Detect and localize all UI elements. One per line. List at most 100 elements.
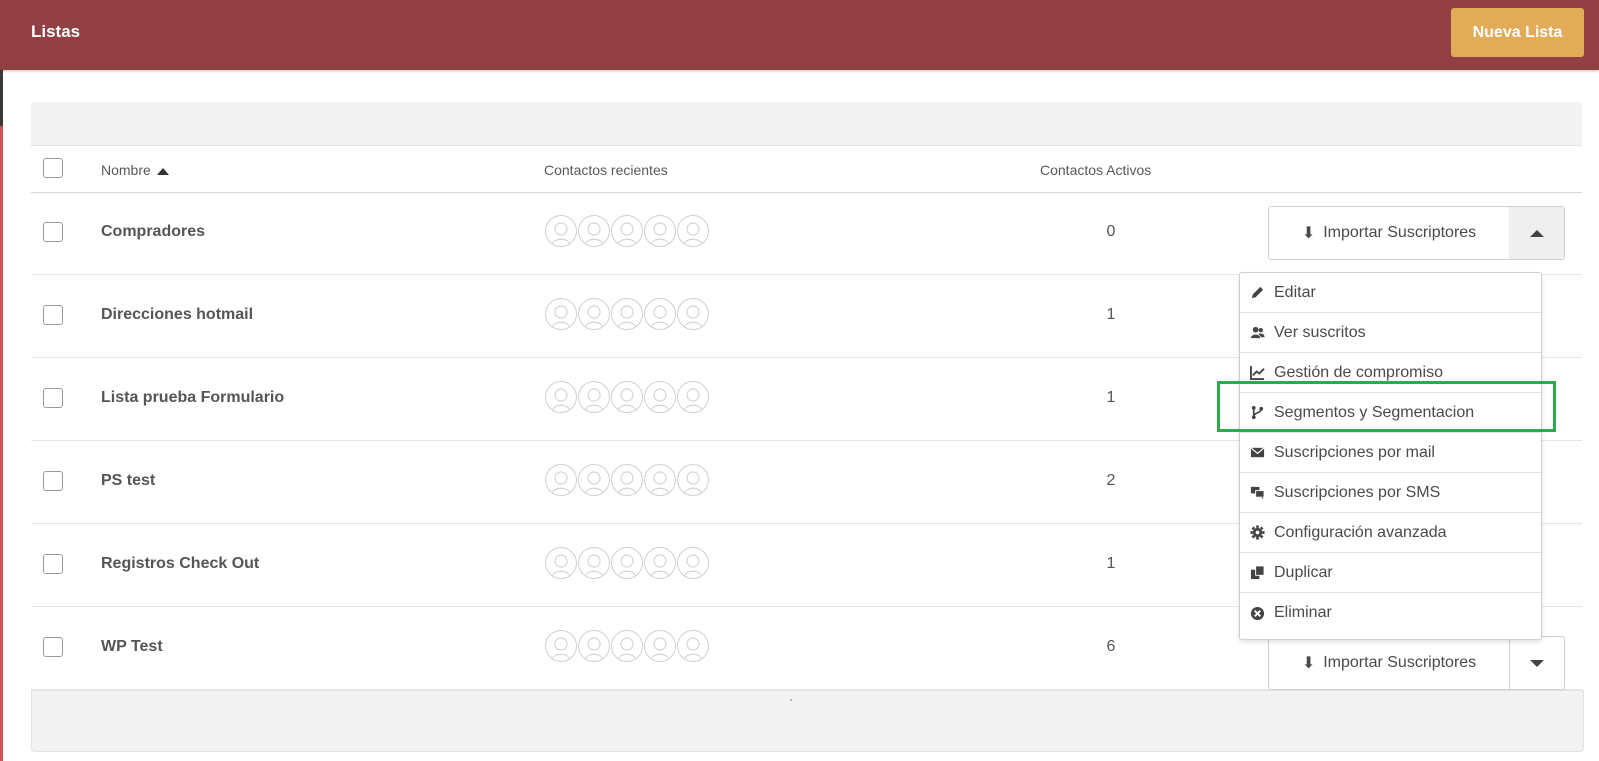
- menu-item-sms-subscriptions[interactable]: Suscripciones por SMS: [1240, 473, 1541, 513]
- avatar-placeholder: [611, 630, 643, 662]
- menu-item-label: Editar: [1274, 283, 1316, 301]
- import-label: Importar Suscriptores: [1323, 654, 1477, 671]
- column-header-active: Contactos Activos: [1040, 162, 1152, 178]
- footer-dot: [790, 699, 792, 701]
- recent-contacts-avatars: [545, 547, 709, 581]
- menu-item-duplicate[interactable]: Duplicar: [1240, 553, 1541, 593]
- avatar-placeholder: [545, 381, 577, 413]
- avatar-placeholder: [545, 215, 577, 247]
- recent-contacts-avatars: [545, 381, 709, 415]
- row-checkbox[interactable]: [43, 222, 63, 242]
- recent-contacts-avatars: [545, 215, 709, 249]
- menu-item-engagement[interactable]: Gestión de compromiso: [1240, 353, 1541, 393]
- import-label: Importar Suscriptores: [1323, 224, 1477, 241]
- list-name[interactable]: PS test: [101, 472, 155, 490]
- list-name[interactable]: Direcciones hotmail: [101, 306, 253, 324]
- active-contacts-count: 6: [1106, 638, 1116, 655]
- row-checkbox[interactable]: [43, 554, 63, 574]
- list-name[interactable]: Compradores: [101, 223, 205, 241]
- active-contacts-count: 0: [1106, 223, 1116, 240]
- import-split-button: ⬇ Importar Suscriptores: [1268, 636, 1565, 690]
- actions-dropdown-menu: Editar Ver suscritos Gestión de compromi…: [1239, 272, 1542, 640]
- new-list-button[interactable]: Nueva Lista: [1451, 8, 1584, 57]
- avatar-placeholder: [644, 630, 676, 662]
- close-circle-icon: [1250, 606, 1265, 620]
- row-checkbox[interactable]: [43, 637, 63, 657]
- menu-item-label: Configuración avanzada: [1274, 523, 1447, 541]
- avatar-placeholder: [545, 298, 577, 330]
- row-checkbox[interactable]: [43, 471, 63, 491]
- import-subscribers-button[interactable]: ⬇ Importar Suscriptores: [1269, 207, 1510, 259]
- active-contacts-count: 2: [1106, 472, 1116, 489]
- left-accent-strip: [0, 126, 3, 761]
- table-header: Nombre Contactos recientes Contactos Act…: [31, 145, 1582, 193]
- avatar-placeholder: [578, 547, 610, 579]
- menu-item-advanced-settings[interactable]: Configuración avanzada: [1240, 513, 1541, 553]
- page-title: Listas: [31, 22, 81, 41]
- download-icon: ⬇: [1301, 225, 1316, 242]
- menu-item-mail-subscriptions[interactable]: Suscripciones por mail: [1240, 433, 1541, 473]
- avatar-placeholder: [611, 215, 643, 247]
- actions-dropdown-toggle[interactable]: [1509, 207, 1564, 259]
- column-header-name-label: Nombre: [101, 162, 151, 178]
- list-name[interactable]: WP Test: [101, 638, 163, 656]
- row-checkbox[interactable]: [43, 388, 63, 408]
- avatar-placeholder: [545, 547, 577, 579]
- list-name[interactable]: Registros Check Out: [101, 555, 259, 573]
- avatar-placeholder: [578, 464, 610, 496]
- avatar-placeholder: [644, 215, 676, 247]
- avatar-placeholder: [677, 464, 709, 496]
- copy-icon: [1250, 565, 1265, 580]
- table-footer: [31, 690, 1584, 752]
- branch-icon: [1251, 405, 1264, 420]
- avatar-placeholder: [644, 464, 676, 496]
- menu-item-label: Suscripciones por mail: [1274, 443, 1435, 461]
- users-icon: [1250, 326, 1265, 339]
- menu-item-segments[interactable]: Segmentos y Segmentacion: [1240, 393, 1541, 433]
- active-contacts-count: 1: [1106, 555, 1116, 572]
- download-icon: ⬇: [1301, 655, 1316, 672]
- row-checkbox[interactable]: [43, 305, 63, 325]
- avatar-placeholder: [611, 298, 643, 330]
- actions-dropdown-toggle[interactable]: [1509, 637, 1564, 689]
- left-edge-strip: [0, 70, 3, 126]
- menu-item-delete[interactable]: Eliminar: [1240, 593, 1541, 633]
- avatar-placeholder: [677, 547, 709, 579]
- avatar-placeholder: [578, 381, 610, 413]
- avatar-placeholder: [611, 547, 643, 579]
- recent-contacts-avatars: [545, 630, 709, 664]
- recent-contacts-avatars: [545, 464, 709, 498]
- avatar-placeholder: [611, 464, 643, 496]
- avatar-placeholder: [578, 298, 610, 330]
- avatar-placeholder: [545, 630, 577, 662]
- import-split-button: ⬇ Importar Suscriptores: [1268, 206, 1565, 260]
- table-row: Compradores 0 ⬇ Importar Suscriptores: [31, 191, 1582, 275]
- caret-up-icon: [1529, 229, 1544, 237]
- column-header-name[interactable]: Nombre: [101, 162, 169, 178]
- list-name[interactable]: Lista prueba Formulario: [101, 389, 284, 407]
- active-contacts-count: 1: [1106, 306, 1116, 323]
- column-header-recent: Contactos recientes: [544, 162, 668, 178]
- envelope-icon: [1250, 447, 1265, 458]
- avatar-placeholder: [644, 547, 676, 579]
- menu-item-label: Eliminar: [1274, 604, 1332, 621]
- avatar-placeholder: [644, 298, 676, 330]
- top-bar: Listas Nueva Lista: [0, 0, 1599, 70]
- menu-item-label: Suscripciones por SMS: [1274, 483, 1441, 501]
- pencil-icon: [1251, 286, 1264, 299]
- select-all-checkbox[interactable]: [43, 158, 63, 178]
- sort-asc-icon: [156, 167, 169, 175]
- menu-item-label: Gestión de compromiso: [1274, 363, 1443, 381]
- menu-item-label: Ver suscritos: [1274, 323, 1366, 341]
- caret-down-icon: [1529, 659, 1544, 667]
- gear-icon: [1250, 525, 1265, 540]
- menu-item-view-subscribers[interactable]: Ver suscritos: [1240, 313, 1541, 353]
- table-toolbar: [31, 102, 1582, 145]
- import-subscribers-button[interactable]: ⬇ Importar Suscriptores: [1269, 637, 1510, 689]
- menu-item-edit[interactable]: Editar: [1240, 273, 1541, 313]
- menu-item-label: Duplicar: [1274, 563, 1333, 581]
- recent-contacts-avatars: [545, 298, 709, 332]
- avatar-placeholder: [644, 381, 676, 413]
- chat-icon: [1250, 486, 1265, 500]
- avatar-placeholder: [677, 215, 709, 247]
